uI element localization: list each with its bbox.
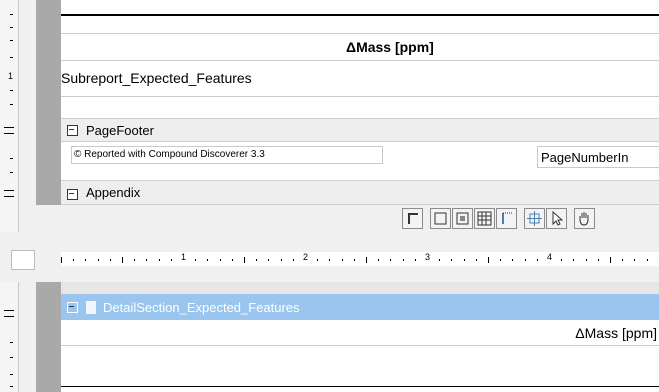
ruler-tick <box>280 259 282 261</box>
section-header-appendix[interactable]: Appendix <box>61 180 659 205</box>
gutter-left-bottom <box>36 282 61 392</box>
ruler-tick <box>207 259 209 261</box>
collapse-icon[interactable] <box>67 189 78 200</box>
ruler-tick <box>353 259 355 261</box>
ruler-tick <box>231 259 233 261</box>
section-marker-icon <box>4 127 14 134</box>
line-tool-icon[interactable] <box>496 208 517 229</box>
ruler-tick <box>219 259 221 261</box>
ruler-tick <box>378 259 380 261</box>
horizontal-ruler: 1 2 3 4 <box>61 252 659 266</box>
section-label: DetailSection_Expected_Features <box>103 299 300 315</box>
grid-tool-icon[interactable] <box>452 208 473 229</box>
pagefooter-body: © Reported with Compound Discoverer 3.3 … <box>61 142 659 180</box>
column-header-row <box>61 14 659 16</box>
ruler-tick <box>439 259 441 261</box>
copyright-field[interactable]: © Reported with Compound Discoverer 3.3 <box>71 146 383 164</box>
section-header-pagefooter[interactable]: PageFooter <box>61 118 659 142</box>
ruler-tick <box>500 259 502 261</box>
ruler-tick <box>170 259 172 261</box>
ruler-tick <box>536 259 538 261</box>
ruler-tick <box>622 259 624 261</box>
table-tool-icon[interactable] <box>474 208 495 229</box>
ruler-corner <box>11 250 35 270</box>
toolbox <box>61 205 659 235</box>
pointer-tool-icon[interactable] <box>546 208 567 229</box>
ruler-tick <box>195 259 197 261</box>
ruler-tick <box>244 257 245 263</box>
ruler-tick <box>122 257 123 263</box>
section-marker-icon <box>4 190 14 197</box>
mass-ppm-header: ΔMass [ppm] <box>346 39 434 55</box>
ruler-tick <box>585 259 587 261</box>
column-header-cell[interactable]: ΔMass [ppm] <box>61 320 659 346</box>
ruler-tick <box>610 257 611 263</box>
subreport-label: Subreport_Expected_Features <box>61 70 252 86</box>
row-divider <box>61 386 659 387</box>
vertical-ruler-bottom <box>0 282 19 392</box>
ruler-number: 3 <box>425 252 431 262</box>
ruler-tick <box>402 259 404 261</box>
ruler-tick <box>390 259 392 261</box>
page-number-field[interactable]: PageNumberIn <box>537 146 659 168</box>
ruler-tick <box>61 257 62 263</box>
ruler-tick <box>414 259 416 261</box>
ruler-tick <box>158 259 160 261</box>
ruler-number: 2 <box>303 252 309 262</box>
ruler-tick <box>85 259 87 261</box>
ruler-tick <box>146 259 148 261</box>
ruler-tick <box>341 259 343 261</box>
ruler-number: 1 <box>8 71 14 81</box>
ruler-tick <box>256 259 258 261</box>
ruler-tick <box>561 259 563 261</box>
subreport-canvas: DetailSection_Expected_Features ΔMass [p… <box>61 282 659 392</box>
label-tool-icon[interactable] <box>402 208 423 229</box>
ruler-tick <box>317 259 319 261</box>
top-strip <box>61 282 659 294</box>
ruler-tick <box>329 259 331 261</box>
ruler-tick <box>512 259 514 261</box>
rectangle-tool-icon[interactable] <box>430 208 451 229</box>
ruler-tick <box>268 259 270 261</box>
ruler-tick <box>451 259 453 261</box>
ruler-tick <box>292 259 294 261</box>
ruler-tick <box>573 259 575 261</box>
ruler-tick <box>73 259 75 261</box>
ruler-number: 4 <box>547 252 553 262</box>
page-number-text: PageNumberIn <box>541 150 629 165</box>
row-divider <box>61 96 659 97</box>
collapse-icon[interactable] <box>67 124 78 136</box>
ruler-tick <box>134 259 136 261</box>
vertical-ruler-top: 1 <box>0 0 19 232</box>
section-marker-icon <box>4 310 14 317</box>
ruler-tick <box>97 259 99 261</box>
column-header-cell[interactable]: ΔMass [ppm] <box>61 33 659 61</box>
ruler-tick <box>475 259 477 261</box>
ruler-tick <box>366 257 367 263</box>
section-header-detail[interactable]: DetailSection_Expected_Features <box>61 294 659 320</box>
copyright-text: © Reported with Compound Discoverer 3.3 <box>74 149 265 160</box>
ruler-tick <box>488 257 489 263</box>
ruler-tick <box>634 259 636 261</box>
hand-tool-icon[interactable] <box>574 208 595 229</box>
collapse-icon[interactable] <box>67 301 78 313</box>
section-icon <box>86 300 96 314</box>
ruler-tick <box>109 259 111 261</box>
ruler-tick <box>646 259 648 261</box>
gutter-left <box>36 0 61 205</box>
ruler-tick <box>463 259 465 261</box>
subreport-field[interactable]: Subreport_Expected_Features <box>61 67 659 90</box>
ruler-tick <box>597 259 599 261</box>
mass-ppm-header: ΔMass [ppm] <box>575 325 657 341</box>
crosshair-tool-icon[interactable] <box>524 208 545 229</box>
section-label: Appendix <box>86 185 141 200</box>
ruler-tick <box>524 259 526 261</box>
ruler-number: 1 <box>181 252 187 262</box>
section-label: PageFooter <box>86 122 154 138</box>
